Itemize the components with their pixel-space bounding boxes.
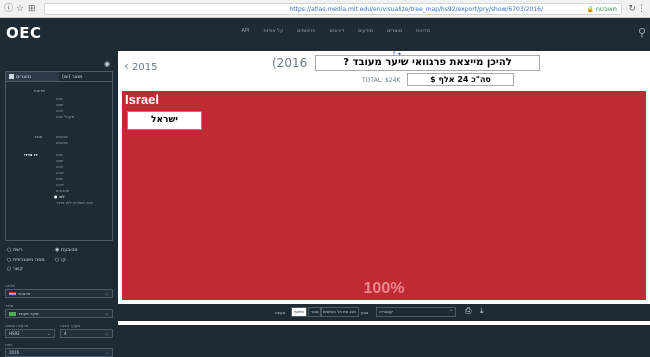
menu-item[interactable]: יצוא	[56, 158, 63, 163]
menu-item[interactable]: יבוא	[56, 108, 63, 113]
chevron-down-icon: ⌄	[46, 331, 51, 337]
category-label: מדינות	[34, 88, 46, 93]
menu-item[interactable]: מיובאים	[56, 188, 69, 193]
product-label: מוצר	[5, 303, 14, 308]
year-title: (2016	[272, 56, 308, 70]
browser-toolbar: ⓘ ☆ ⊞ https://atlas.media.mit.edu/en/vis…	[0, 0, 650, 18]
depth-select[interactable]: 4 ⌄	[60, 329, 113, 338]
menu-tabs: מוצרים מוצר (ים)	[6, 72, 112, 82]
reload-icon[interactable]: ↻	[628, 3, 636, 15]
country-select[interactable]: פרגוואי ⌄	[5, 289, 113, 298]
close-button[interactable]: סגור	[308, 307, 322, 317]
chevron-down-icon: ⌄	[104, 350, 109, 356]
category-label: מוצר	[34, 134, 43, 139]
chevron-up-icon: ⌃	[449, 309, 453, 314]
nav-item[interactable]: פרסומים	[297, 28, 315, 34]
chevron-left-icon: ‹	[124, 59, 129, 73]
hebrew-country-overlay: ישראל	[127, 111, 202, 130]
nav-item[interactable]: דירוגים	[330, 28, 345, 34]
nav-item[interactable]: מודעים	[358, 28, 373, 34]
main-nav: API על אודות פרסומים דירוגים מודעים מוצר…	[242, 28, 430, 34]
radio-treemap[interactable]: ◉ מכובעת	[55, 247, 78, 253]
radio-line[interactable]: ○ קו	[55, 257, 66, 263]
hebrew-total-overlay: סה"כ 24 אלף $	[407, 73, 514, 86]
chevron-down-icon: ⌄	[104, 331, 109, 337]
show-all-data-button[interactable]: הצג את כל הנתונים	[320, 307, 360, 317]
nav-item[interactable]: API	[242, 28, 250, 34]
visualization-menu: מוצרים מוצר (ים) מדינות יבוא יצוא יבוא מ…	[5, 71, 113, 241]
info-icon[interactable]: ⓘ	[4, 3, 13, 15]
viz-controls: ⤓ ⎙ קטגוריה ⌃ צבע הצג את כל הנתונים סגור…	[118, 304, 650, 321]
menu-item[interactable]: יבוא מוצרים לאו מוצר	[56, 200, 93, 205]
depth-label: מערך הצגה	[60, 323, 81, 328]
share-icon[interactable]: ⎙	[465, 306, 471, 316]
menu-item[interactable]: ייבוא	[56, 182, 64, 187]
menu-item[interactable]: יבוא	[56, 96, 63, 101]
radio-network[interactable]: ○ רשת	[7, 247, 23, 253]
product-select[interactable]: שיער מעובד ⌄	[5, 309, 113, 318]
address-bar[interactable]: https://atlas.media.mit.edu/en/visualize…	[44, 3, 622, 15]
menu-item-selected[interactable]: ● לאי	[54, 194, 65, 199]
radio-geomap[interactable]: ○ מפה גיאוגרפית	[7, 257, 45, 263]
menu-item[interactable]: יבוא	[56, 152, 63, 157]
chevron-down-icon: ⌄	[104, 291, 109, 297]
hebrew-question-overlay: להיכן מייצאת פרגוואי שיער מעובד ?	[315, 55, 540, 71]
sidebar: ◉ מוצרים מוצר (ים) מדינות יבוא יצוא יבוא…	[0, 51, 118, 357]
url-text: https://atlas.media.mit.edu/en/visualize…	[289, 6, 543, 13]
chevron-down-icon: ⌄	[104, 311, 109, 317]
product-color-icon	[9, 312, 16, 316]
tab-icon[interactable]: ⊞	[28, 3, 36, 15]
category-label: דו צדדי	[24, 152, 38, 157]
toggle-icon[interactable]: ◉	[104, 60, 110, 68]
year-label: שנה	[5, 342, 13, 347]
country-label: מדינה	[5, 283, 16, 288]
total-value: TOTAL: $24K	[362, 77, 401, 84]
treemap-chart: Israel ישראל 100%	[122, 91, 646, 300]
paraguay-flag-icon	[9, 292, 16, 296]
menu-item[interactable]: יבוא	[56, 164, 63, 169]
radio-rings[interactable]: ○ קשר	[7, 266, 23, 272]
secure-badge: 🔒 מאובטח	[586, 6, 617, 13]
load-label[interactable]: טעינה	[275, 308, 285, 317]
nav-item[interactable]: מוצרים	[387, 28, 402, 34]
menu-item[interactable]: יצוא	[56, 176, 63, 181]
previous-year-link[interactable]: ‹ 2015	[124, 59, 157, 73]
main-content: f ✦ ‹ 2015 (2016 להיכן מייצאת פרגוואי שי…	[118, 51, 650, 325]
classification-select[interactable]: HS92 ⌄	[5, 329, 55, 338]
share-button[interactable]: שיתוף	[291, 307, 308, 317]
menu-item[interactable]: מקבל יבוא	[56, 114, 74, 119]
tab-product-space[interactable]: מוצר (ים)	[59, 72, 112, 81]
color-by-label: צבע	[361, 310, 369, 315]
menu-item[interactable]: יבואנים	[56, 134, 68, 139]
classification-label: ארגום המסווג	[5, 323, 29, 328]
nav-item[interactable]: מדינות	[416, 28, 430, 34]
tab-products[interactable]: מוצרים	[6, 72, 59, 81]
menu-item[interactable]: ייבוא	[56, 170, 64, 175]
oec-logo[interactable]: OEC	[6, 24, 42, 42]
treemap-cell-label: Israel	[125, 92, 159, 107]
treemap-cell-share: 100%	[363, 280, 405, 297]
color-by-select[interactable]: קטגוריה ⌃	[376, 307, 456, 317]
year-select[interactable]: 2016 ⌄	[5, 348, 113, 357]
search-icon[interactable]: ⚲	[638, 26, 646, 39]
download-icon[interactable]: ⤓	[480, 306, 484, 316]
menu-item[interactable]: יצוא	[56, 102, 63, 107]
menu-icon[interactable]: ⋮	[637, 3, 646, 15]
menu-item[interactable]: יצואנים	[56, 140, 68, 145]
site-header: OEC API על אודות פרסומים דירוגים מודעים …	[0, 18, 650, 51]
star-icon[interactable]: ☆	[16, 3, 24, 15]
nav-item[interactable]: על אודות	[263, 28, 283, 34]
